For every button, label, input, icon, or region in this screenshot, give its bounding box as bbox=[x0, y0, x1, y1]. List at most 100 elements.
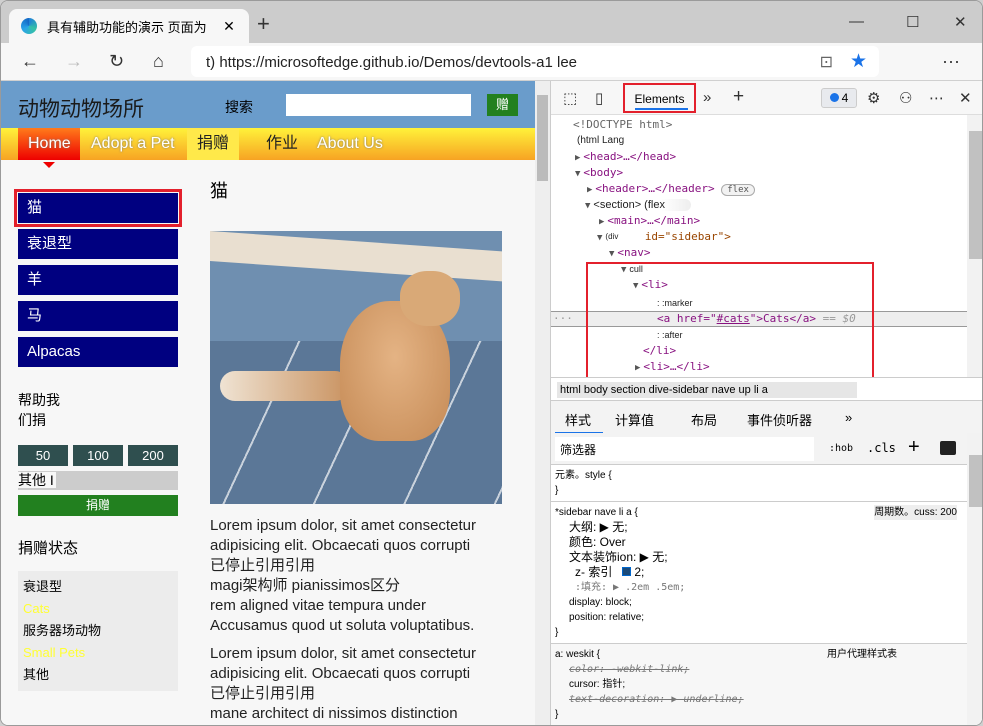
nav-home[interactable]: Home bbox=[18, 128, 80, 168]
dom-nav[interactable]: ▼ <nav> bbox=[609, 245, 651, 261]
browser-tab[interactable]: 具有辅助功能的演示 页面为 ✕ bbox=[9, 9, 249, 43]
settings-gear-icon[interactable]: ⚙ bbox=[867, 89, 880, 107]
nav-adopt[interactable]: Adopt a Pet bbox=[81, 128, 185, 160]
sidebar-item-sheep[interactable]: 羊 bbox=[18, 265, 178, 295]
devtools-more-icon[interactable]: ⋯ bbox=[929, 89, 944, 107]
css-prop[interactable]: 颜色: Over bbox=[555, 535, 963, 550]
close-window-button[interactable]: ✕ bbox=[954, 13, 967, 31]
issues-badge[interactable]: 4 bbox=[821, 88, 857, 108]
css-prop[interactable]: color: -webkit-link; bbox=[555, 662, 963, 677]
favorite-star-icon[interactable]: ★ bbox=[850, 50, 867, 73]
dom-html[interactable]: (html Lang bbox=[577, 133, 624, 149]
dom-head[interactable]: ▶ <head>…</head> bbox=[575, 149, 676, 165]
css-prop[interactable]: 文本装饰ion: ▶ 无; bbox=[555, 550, 963, 565]
sidebar-item-alpacas[interactable]: Alpacas bbox=[18, 337, 178, 367]
expand-arrow-icon[interactable]: ▶ bbox=[587, 185, 592, 195]
search-button[interactable]: 赠 bbox=[487, 94, 518, 116]
amount-50-button[interactable]: 50 bbox=[18, 445, 68, 466]
stack-icon[interactable] bbox=[622, 567, 632, 576]
minimize-button[interactable]: — bbox=[849, 13, 864, 30]
dom-scrollbar[interactable] bbox=[967, 115, 982, 377]
other-amount-input[interactable]: 其他 I bbox=[18, 471, 178, 490]
collapse-arrow-icon[interactable]: ▼ bbox=[597, 233, 602, 243]
settings-more-button[interactable]: ··· bbox=[942, 51, 960, 72]
tab-layout[interactable]: 布局 bbox=[691, 410, 717, 429]
page-scroll-thumb[interactable] bbox=[537, 95, 548, 181]
refresh-button[interactable]: ↻ bbox=[109, 51, 124, 72]
device-emulation-icon[interactable]: ▯ bbox=[595, 89, 603, 107]
css-prop[interactable]: position: relative; bbox=[555, 610, 963, 625]
css-prop[interactable]: :填充: ▶ .2em .5em; bbox=[555, 580, 963, 595]
tab-event-listeners[interactable]: 事件侦听器 bbox=[747, 410, 812, 429]
feedback-icon[interactable]: ⚇ bbox=[899, 89, 912, 107]
nav-jobs[interactable]: 作业 bbox=[256, 128, 308, 160]
add-tab-icon[interactable]: + bbox=[733, 86, 744, 108]
forward-button[interactable]: → bbox=[65, 51, 83, 72]
rule-selector[interactable]: 元素。style { bbox=[555, 468, 963, 483]
close-devtools-icon[interactable]: ✕ bbox=[959, 89, 972, 107]
site-logo[interactable]: 动物动物场所 bbox=[18, 93, 144, 123]
inspect-icon[interactable]: ⬚ bbox=[563, 89, 577, 107]
page-scrollbar[interactable] bbox=[535, 81, 550, 725]
nav-donate[interactable]: 捐赠 bbox=[187, 128, 240, 160]
dom-body[interactable]: ▼ <body> bbox=[575, 165, 623, 181]
search-input[interactable] bbox=[286, 94, 471, 116]
devtools-toolbar: ⬚ ▯ Elements » + 4 ⚙ ⚇ ⋯ ✕ bbox=[551, 81, 982, 115]
filter-input[interactable]: 筛选器 bbox=[555, 437, 814, 461]
back-button[interactable]: ← bbox=[21, 51, 39, 72]
collapse-arrow-icon[interactable]: ▼ bbox=[609, 249, 614, 259]
breadcrumb-path[interactable]: html body section dive-sidebar nave up l… bbox=[557, 382, 857, 398]
styles-scroll-thumb[interactable] bbox=[969, 455, 982, 507]
maximize-button[interactable]: ☐ bbox=[906, 13, 919, 31]
dom-section[interactable]: ▼ <section> (flex bbox=[585, 197, 691, 213]
collapse-arrow-icon[interactable]: ▼ bbox=[585, 201, 590, 211]
text-line: mane architect di nissimos distinction bbox=[210, 705, 458, 722]
rule-close: } bbox=[555, 485, 559, 496]
expand-arrow-icon[interactable]: ▶ bbox=[599, 217, 604, 227]
tab-computed[interactable]: 计算值 bbox=[615, 410, 654, 429]
amount-200-button[interactable]: 200 bbox=[128, 445, 178, 466]
dom-row-more-icon[interactable]: ··· bbox=[553, 311, 573, 327]
donate-button[interactable]: 捐赠 bbox=[18, 495, 178, 516]
read-aloud-icon[interactable]: ⊡ bbox=[820, 52, 833, 72]
home-button[interactable]: ⌂ bbox=[153, 51, 164, 72]
styles-scrollbar[interactable] bbox=[967, 433, 982, 725]
css-prop[interactable]: text-decoration: ▶ underline; bbox=[555, 692, 963, 707]
new-rule-icon[interactable]: + bbox=[908, 436, 920, 459]
issues-icon bbox=[829, 93, 839, 102]
hover-state-toggle[interactable]: :hob bbox=[829, 443, 853, 454]
more-style-tabs-icon[interactable]: » bbox=[845, 410, 852, 425]
dom-scroll-thumb[interactable] bbox=[969, 131, 982, 259]
styles-filter-bar: 筛选器 :hob .cls + bbox=[551, 433, 967, 465]
expand-arrow-icon[interactable]: ▶ bbox=[575, 153, 580, 163]
dom-doctype[interactable]: <!DOCTYPE html> bbox=[573, 117, 672, 133]
nav-about[interactable]: About Us bbox=[307, 128, 393, 160]
more-tabs-icon[interactable]: » bbox=[703, 89, 711, 106]
tab-styles[interactable]: 样式 bbox=[554, 410, 604, 434]
rule-source-link[interactable]: 周期数。cuss: 200 bbox=[874, 505, 957, 520]
styles-tabs: 样式 计算值 布局 事件侦听器 » bbox=[551, 401, 982, 434]
dom-main[interactable]: ▶ <main>…</main> bbox=[599, 213, 700, 229]
class-toggle[interactable]: .cls bbox=[867, 441, 896, 455]
flex-badge[interactable]: flex bbox=[721, 184, 755, 196]
title-bar: 具有辅助功能的演示 页面为 ✕ + — ☐ ✕ bbox=[1, 1, 982, 43]
css-prop[interactable]: cursor: 指针; bbox=[555, 677, 963, 692]
sidebar-item-horses[interactable]: 马 bbox=[18, 301, 178, 331]
tab-elements[interactable]: Elements bbox=[623, 83, 696, 113]
amount-100-button[interactable]: 100 bbox=[73, 445, 123, 466]
css-prop[interactable]: 大纲: ▶ 无; bbox=[555, 520, 963, 535]
toggle-sidebar-icon[interactable] bbox=[940, 441, 956, 455]
css-prop[interactable]: z- 索引 2; bbox=[555, 565, 963, 580]
donation-status-heading: 捐赠状态 bbox=[18, 540, 79, 557]
dom-div-sidebar[interactable]: ▼ (div id="sidebar"> bbox=[597, 229, 731, 245]
sidebar-item-dogs[interactable]: 衰退型 bbox=[18, 229, 178, 259]
css-prop[interactable]: display: block; bbox=[555, 595, 963, 610]
new-tab-button[interactable]: + bbox=[257, 13, 270, 35]
sidebar-item-cats[interactable]: 猫 bbox=[14, 189, 182, 227]
dom-head-text: <head>…</head> bbox=[583, 150, 677, 163]
dom-header[interactable]: ▶ <header>…</header> flex bbox=[587, 181, 755, 197]
close-tab-icon[interactable]: ✕ bbox=[219, 18, 239, 35]
address-bar[interactable]: t) https://microsoftedge.github.io/Demos… bbox=[191, 46, 879, 77]
rule-selector[interactable]: a: weskit { bbox=[555, 647, 963, 662]
collapse-arrow-icon[interactable]: ▼ bbox=[575, 169, 580, 179]
